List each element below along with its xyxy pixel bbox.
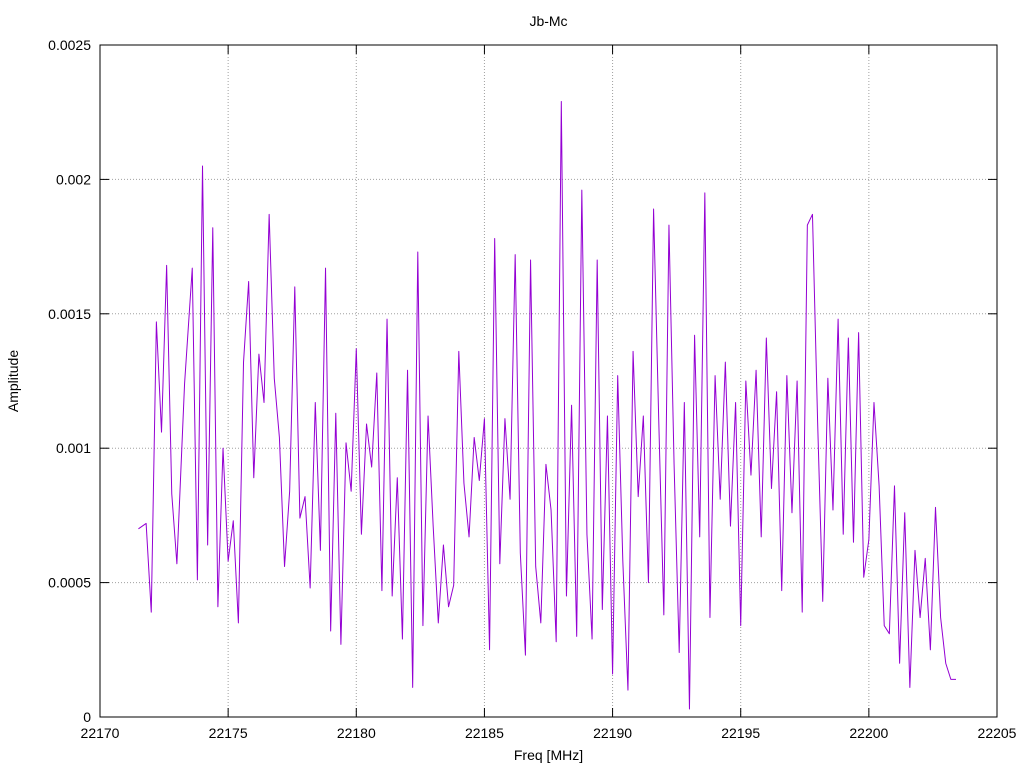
x-tick-label: 22175 bbox=[209, 725, 248, 741]
x-tick-label: 22200 bbox=[849, 725, 888, 741]
y-tick-label: 0.002 bbox=[56, 171, 91, 187]
y-tick-label: 0.0005 bbox=[48, 575, 91, 591]
x-axis-label: Freq [MHz] bbox=[514, 747, 583, 763]
series bbox=[138, 100, 956, 710]
y-tick-label: 0.001 bbox=[56, 440, 91, 456]
grid bbox=[100, 45, 997, 717]
x-tick-label: 22180 bbox=[337, 725, 376, 741]
x-tick-label: 22195 bbox=[721, 725, 760, 741]
plot-frame bbox=[99, 44, 998, 718]
chart: 22170 22175 22180 22185 22190 22195 22200 22205… bbox=[5, 13, 1017, 763]
chart-title: Jb-Mc bbox=[529, 13, 567, 29]
series-line bbox=[138, 100, 956, 710]
y-tick-label: 0.0025 bbox=[48, 37, 91, 53]
y-tick-label: 0.0015 bbox=[48, 306, 91, 322]
x-tick-label: 22190 bbox=[593, 725, 632, 741]
x-tick-label: 22185 bbox=[465, 725, 504, 741]
y-tick-label: 0 bbox=[83, 709, 91, 725]
x-tick-label: 22170 bbox=[81, 725, 120, 741]
y-axis-label: Amplitude bbox=[5, 350, 21, 412]
x-tick-label: 22205 bbox=[978, 725, 1017, 741]
